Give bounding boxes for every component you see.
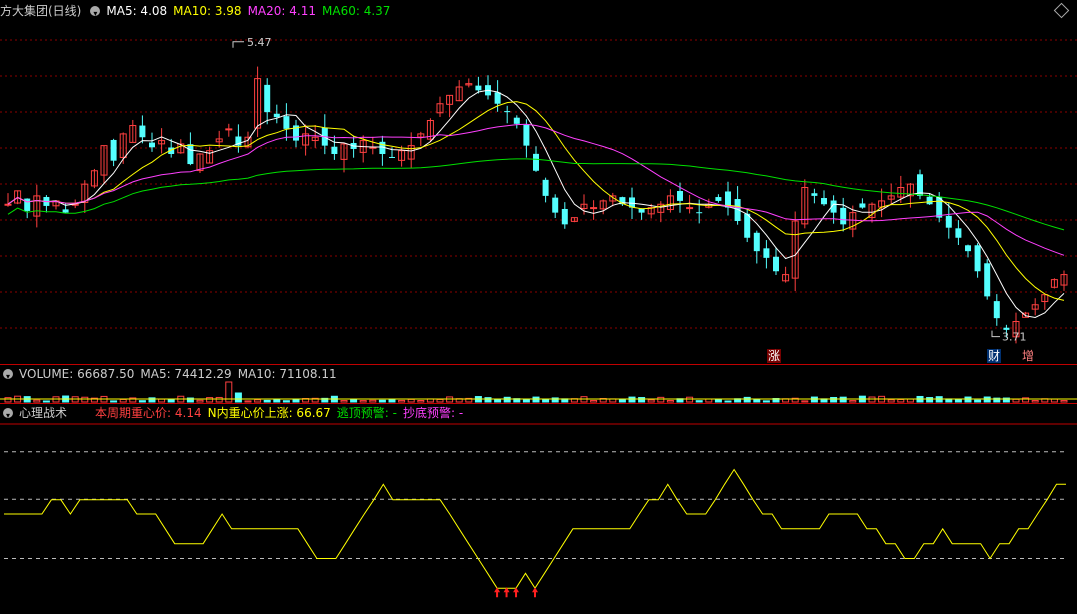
bottom-arrow-icon (494, 587, 501, 598)
psy-line (4, 468, 1066, 590)
bottom-arrow-icon (503, 587, 510, 598)
indicator-chart[interactable] (0, 0, 1077, 614)
bottom-arrow-icon (532, 587, 538, 598)
bottom-arrow-icon (513, 587, 520, 598)
